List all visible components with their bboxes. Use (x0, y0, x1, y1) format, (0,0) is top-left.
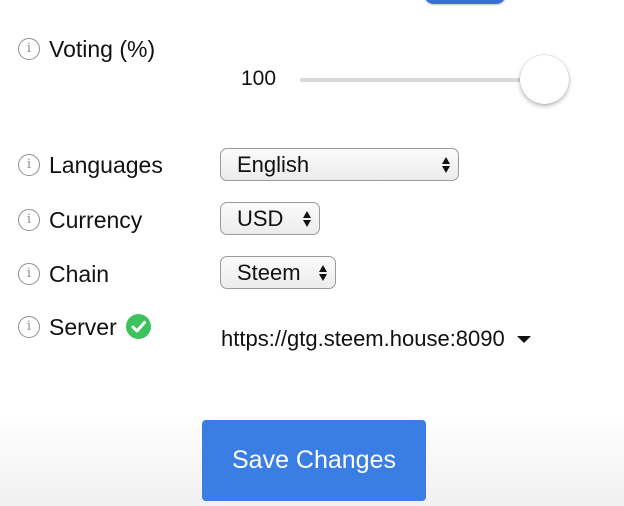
server-label: Server (49, 313, 117, 340)
currency-label: Currency (49, 206, 143, 233)
voting-row-label: i Voting (%) (18, 34, 155, 64)
server-dropdown[interactable]: https://gtg.steem.house:8090 (221, 326, 531, 352)
server-row-label: i Server (18, 312, 151, 342)
top-toggle[interactable] (424, 0, 506, 4)
currency-row-label: i Currency (18, 205, 142, 235)
voting-label: Voting (%) (49, 35, 156, 62)
check-circle-icon (125, 313, 151, 339)
chain-info-icon[interactable]: i (18, 263, 40, 285)
languages-info-icon[interactable]: i (18, 154, 40, 176)
chain-label: Chain (49, 260, 110, 287)
chain-row-label: i Chain (18, 259, 109, 289)
chain-selected-value: Steem (237, 259, 301, 285)
select-arrows-icon (442, 156, 450, 173)
currency-info-icon[interactable]: i (18, 209, 40, 231)
voting-value: 100 (241, 67, 277, 90)
server-info-icon[interactable]: i (18, 316, 40, 338)
languages-select[interactable]: English (220, 148, 459, 181)
currency-select[interactable]: USD (220, 202, 320, 235)
select-arrows-icon (303, 210, 311, 227)
languages-row-label: i Languages (18, 150, 163, 180)
chain-select[interactable]: Steem (220, 256, 336, 289)
voting-info-icon[interactable]: i (18, 38, 40, 60)
select-arrows-icon (319, 264, 327, 281)
currency-selected-value: USD (237, 205, 284, 231)
voting-slider-thumb[interactable] (520, 55, 569, 104)
languages-selected-value: English (237, 151, 310, 177)
server-selected-value: https://gtg.steem.house:8090 (221, 326, 505, 351)
save-changes-button[interactable]: Save Changes (202, 420, 426, 501)
languages-label: Languages (49, 151, 163, 178)
caret-down-icon (516, 335, 531, 343)
